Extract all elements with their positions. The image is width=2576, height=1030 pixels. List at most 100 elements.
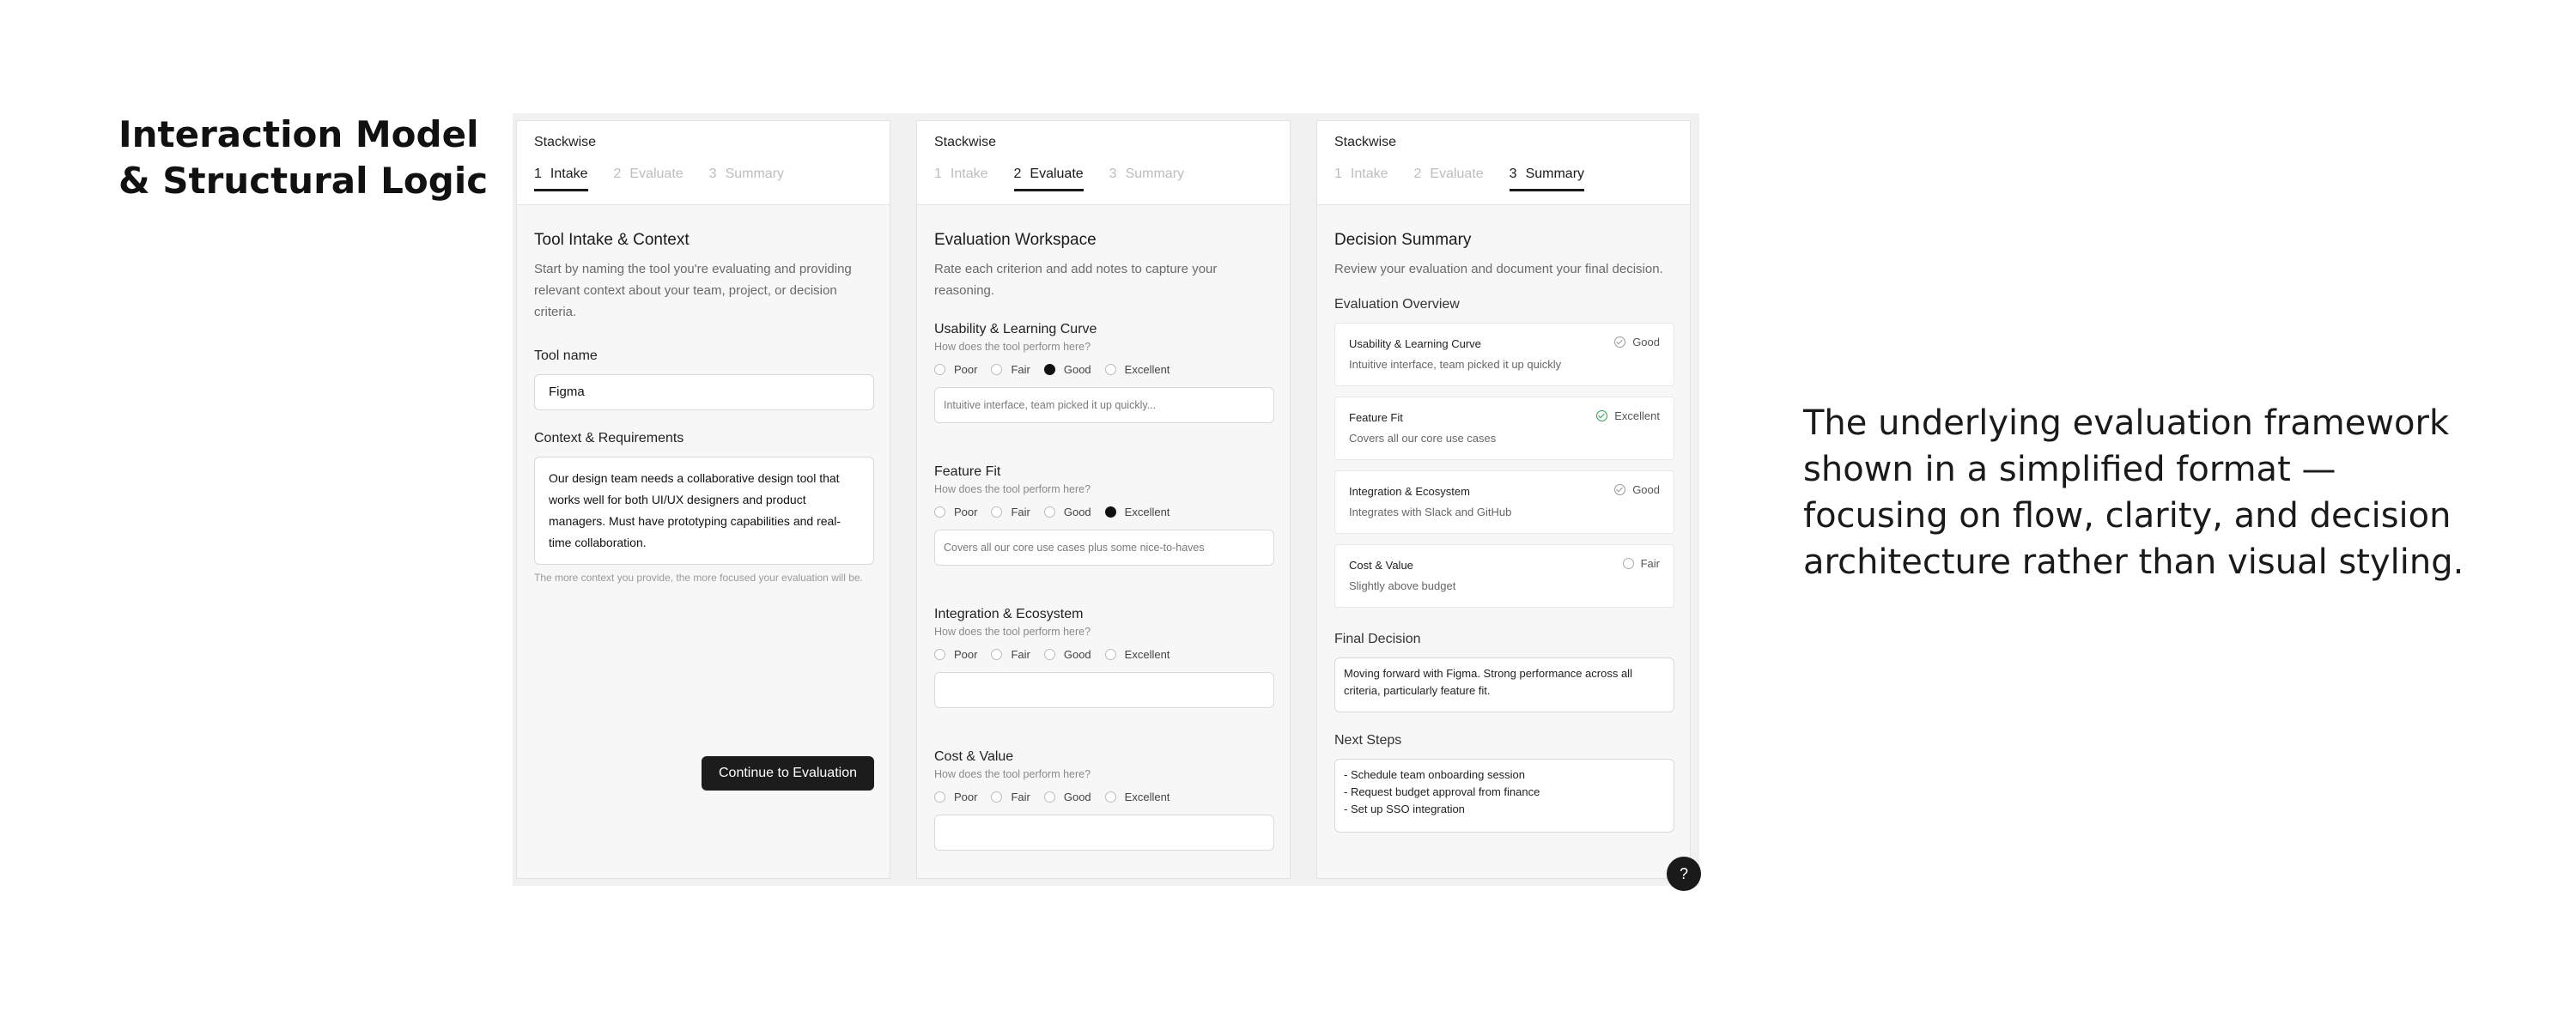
criterion-question: How does the tool perform here? — [934, 626, 1091, 638]
overview-card: Integration & Ecosystem Integrates with S… — [1334, 470, 1674, 534]
rating-option-fair[interactable]: Fair — [991, 506, 1030, 518]
rating-option-label: Excellent — [1124, 505, 1170, 518]
page-headline: Interaction Model & Structural Logic — [118, 112, 489, 204]
card-rating-label: Good — [1632, 483, 1660, 496]
tab-summary[interactable]: 3 Summary — [1109, 166, 1184, 191]
step-tabs: 1 Intake 2 Evaluate 3 Summary — [534, 166, 810, 191]
rating-option-excellent[interactable]: Excellent — [1104, 648, 1170, 661]
radio-circle-icon — [991, 363, 1003, 375]
criterion-title: Feature Fit — [934, 464, 1001, 479]
section-subtitle: Start by naming the tool you're evaluati… — [534, 262, 852, 319]
section-title: Tool Intake & Context — [534, 231, 690, 249]
rating-option-label: Good — [1063, 362, 1091, 376]
criterion-title: Usability & Learning Curve — [934, 322, 1097, 336]
radio-circle-icon — [991, 648, 1003, 660]
rating-option-excellent[interactable]: Excellent — [1104, 363, 1170, 376]
tool-name-label: Tool name — [534, 348, 598, 363]
tab-summary[interactable]: 3 Summary — [709, 166, 784, 191]
context-label: Context & Requirements — [534, 431, 684, 445]
card-note: Integrates with Slack and GitHub — [1349, 506, 1512, 518]
card-criterion-name: Integration & Ecosystem — [1349, 485, 1470, 498]
brand-name: Stackwise — [534, 135, 597, 149]
help-button[interactable]: ? — [1667, 857, 1701, 891]
intake-body: Tool Intake & Context Start by naming th… — [534, 231, 874, 791]
section-title: Decision Summary — [1334, 231, 1472, 249]
brand-name: Stackwise — [934, 135, 997, 149]
rating-option-poor[interactable]: Poor — [934, 506, 977, 518]
rating-option-fair[interactable]: Fair — [991, 791, 1030, 803]
criterion-question: How does the tool perform here? — [934, 341, 1091, 353]
tab-evaluate[interactable]: 2 Evaluate — [614, 166, 683, 191]
tab-number: 3 — [1109, 167, 1117, 181]
rating-option-label: Fair — [1011, 505, 1030, 518]
rating-option-label: Poor — [954, 362, 978, 376]
tab-intake[interactable]: 1 Intake — [934, 166, 988, 191]
tab-label: Intake — [550, 167, 588, 181]
criterion-note-input[interactable]: Covers all our core use cases plus some … — [934, 530, 1274, 566]
rating-option-good[interactable]: Good — [1043, 362, 1091, 376]
criteria-list: Usability & Learning Curve How does the t… — [934, 306, 1274, 856]
tab-summary[interactable]: 3 Summary — [1509, 166, 1585, 191]
overview-label: Evaluation Overview — [1334, 297, 1460, 312]
radio-circle-icon — [1043, 791, 1055, 803]
radio-circle-icon — [1104, 506, 1116, 518]
criterion-note-input[interactable] — [934, 672, 1274, 708]
card-note: Slightly above budget — [1349, 579, 1456, 592]
criterion-block: Cost & Value How does the tool perform he… — [934, 749, 1274, 851]
criterion-block: Usability & Learning Curve How does the t… — [934, 322, 1274, 423]
radio-circle-icon — [1043, 363, 1055, 375]
rating-option-poor[interactable]: Poor — [934, 791, 977, 803]
criterion-note-input[interactable]: Intuitive interface, team picked it up q… — [934, 387, 1274, 423]
tab-label: Evaluate — [1030, 167, 1084, 181]
headline-line: & Structural Logic — [118, 160, 489, 202]
final-decision-textarea[interactable]: Moving forward with Figma. Strong perfor… — [1334, 657, 1674, 712]
tab-intake[interactable]: 1 Intake — [534, 166, 588, 191]
next-step-line: - Request budget approval from finance — [1344, 785, 1540, 798]
rating-option-good[interactable]: Good — [1043, 647, 1091, 661]
next-steps-textarea[interactable]: - Schedule team onboarding session - Requ… — [1334, 759, 1674, 833]
rating-option-poor[interactable]: Poor — [934, 648, 977, 661]
card-note: Intuitive interface, team picked it up q… — [1349, 358, 1562, 371]
criterion-title: Cost & Value — [934, 749, 1014, 764]
rating-radio-group: Poor Fair Good Excellent — [934, 504, 1274, 519]
tab-evaluate[interactable]: 2 Evaluate — [1414, 166, 1484, 191]
rating-option-label: Poor — [954, 647, 978, 661]
rating-option-poor[interactable]: Poor — [934, 363, 977, 376]
rating-option-excellent[interactable]: Excellent — [1104, 505, 1170, 518]
criterion-block: Integration & Ecosystem How does the tool… — [934, 607, 1274, 708]
section-title: Evaluation Workspace — [934, 231, 1097, 249]
tab-intake[interactable]: 1 Intake — [1334, 166, 1388, 191]
rating-option-excellent[interactable]: Excellent — [1104, 791, 1170, 803]
check-circle-icon — [1614, 484, 1626, 495]
overview-card: Usability & Learning Curve Intuitive inte… — [1334, 323, 1674, 386]
radio-circle-icon — [934, 791, 945, 803]
rating-option-label: Good — [1063, 647, 1091, 661]
screens-stage: Stackwise 1 Intake 2 Evaluate 3 Summary Too… — [513, 113, 1701, 891]
rating-option-fair[interactable]: Fair — [991, 363, 1030, 376]
empty-circle-icon — [1622, 558, 1634, 569]
continue-button[interactable]: Continue to Evaluation — [702, 756, 874, 791]
tab-number: 1 — [934, 167, 942, 181]
tool-name-input[interactable]: Figma — [534, 374, 874, 410]
tab-label: Summary — [1525, 167, 1585, 181]
tab-number: 2 — [1413, 167, 1422, 181]
section-subtitle: Rate each criterion and add notes to cap… — [934, 262, 1218, 298]
radio-circle-icon — [1043, 648, 1055, 660]
tab-label: Evaluate — [1430, 167, 1484, 181]
caption-line: focusing on flow, clarity, and decision — [1803, 496, 2451, 536]
tab-number: 2 — [1013, 167, 1022, 181]
rating-option-good[interactable]: Good — [1043, 791, 1091, 803]
radio-circle-icon — [1104, 363, 1116, 375]
tab-evaluate[interactable]: 2 Evaluate — [1013, 166, 1084, 191]
rating-option-fair[interactable]: Fair — [991, 648, 1030, 661]
context-textarea[interactable]: Our design team needs a collaborative de… — [534, 457, 874, 565]
criterion-note-input[interactable] — [934, 815, 1274, 851]
radio-circle-icon — [991, 506, 1003, 518]
rating-option-label: Good — [1063, 505, 1091, 518]
rating-option-label: Poor — [954, 505, 978, 518]
radio-circle-icon — [1104, 648, 1116, 660]
radio-circle-icon — [1104, 791, 1116, 803]
headline-line: Interaction Model — [118, 113, 479, 155]
rating-option-good[interactable]: Good — [1043, 505, 1091, 518]
app-header: Stackwise 1 Intake 2 Evaluate 3 Summary — [917, 121, 1290, 205]
